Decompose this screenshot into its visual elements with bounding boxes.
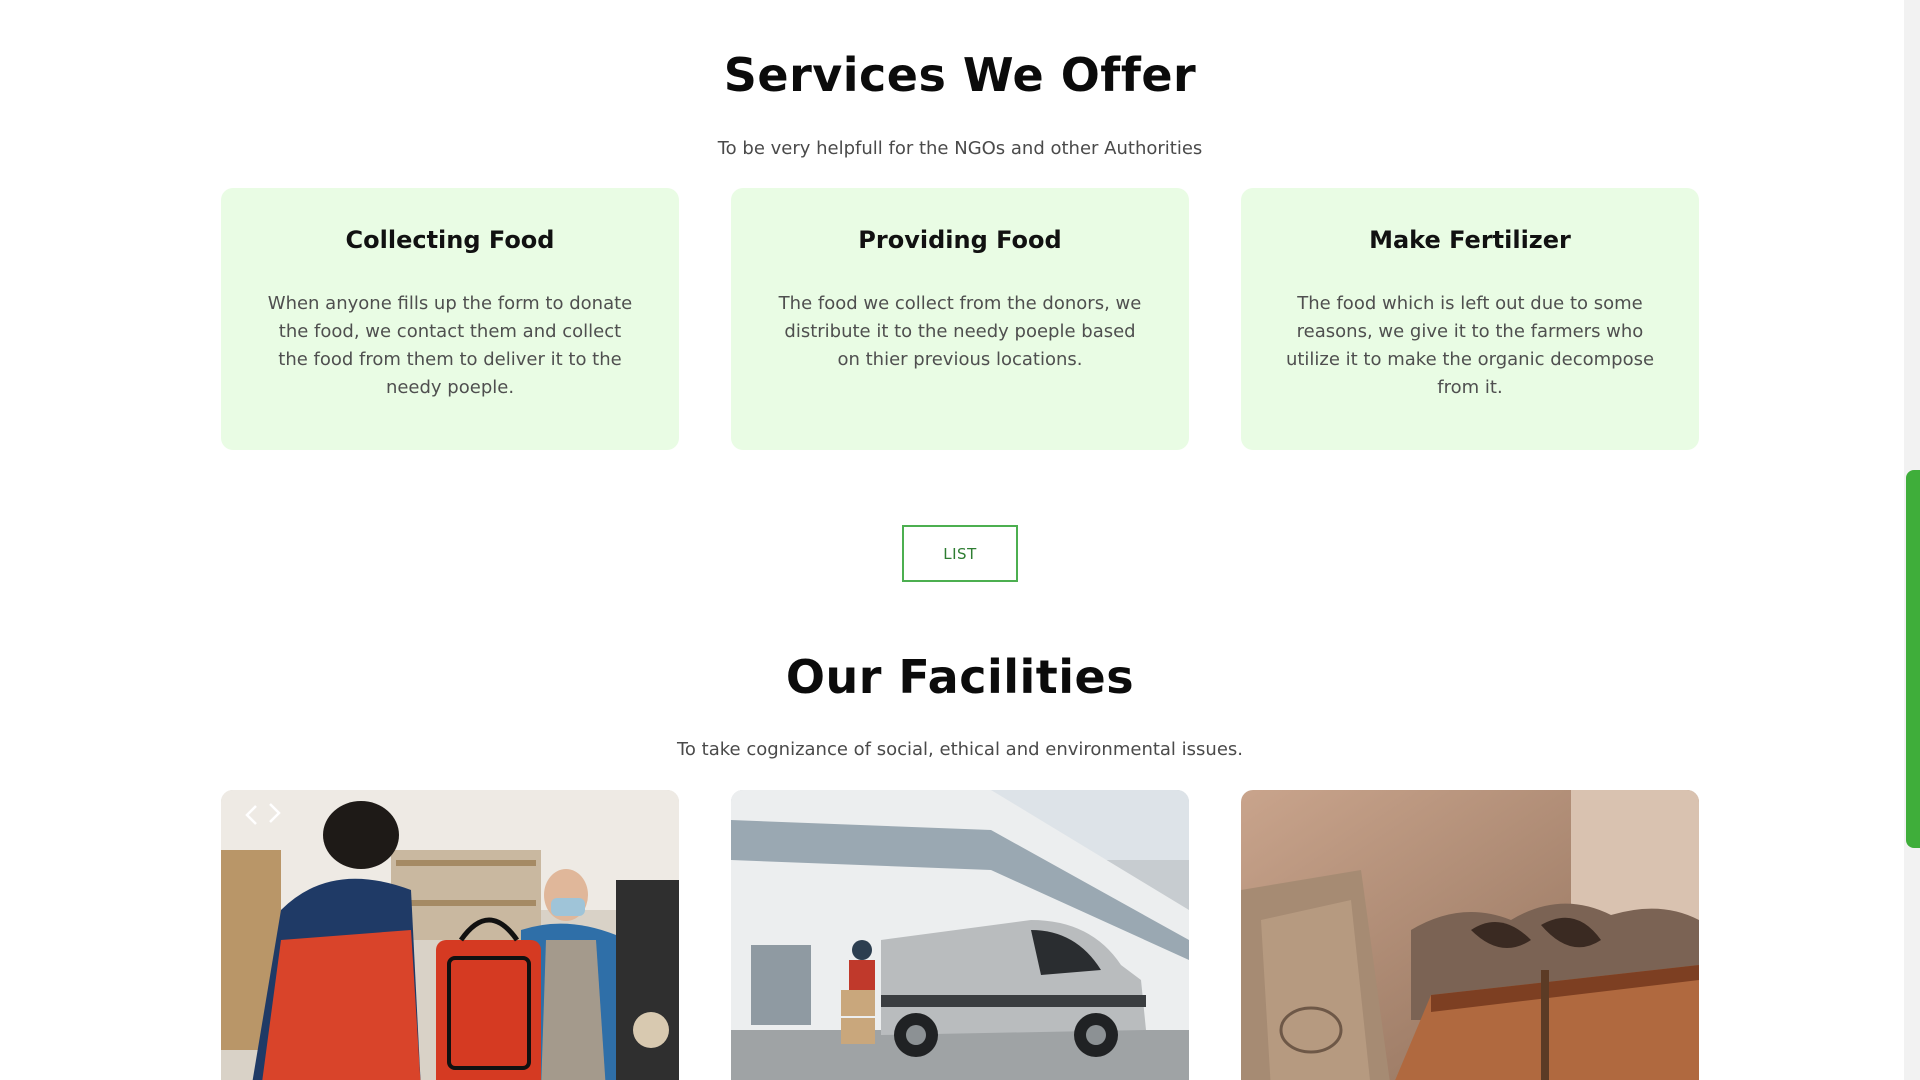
service-card-text: The food we collect from the donors, we …: [778, 293, 1142, 370]
services-subtitle: To be very helpfull for the NGOs and oth…: [717, 138, 1203, 159]
service-card-title: Make Fertilizer: [1369, 226, 1571, 254]
food-delivery-handoff-photo: [221, 790, 679, 1080]
facility-image-delivery-van: [731, 790, 1189, 1080]
facility-image-food-delivery: [221, 790, 679, 1080]
scrollbar-thumb[interactable]: [1906, 470, 1920, 848]
compost-crate-photo: [1241, 790, 1699, 1080]
service-card-collecting-food: Collecting Food When anyone fills up the…: [221, 188, 679, 450]
service-card-providing-food: Providing Food The food we collect from …: [731, 188, 1189, 450]
delivery-van-photo: [731, 790, 1189, 1080]
service-card-make-fertilizer: Make Fertilizer The food which is left o…: [1241, 188, 1699, 450]
service-card-title: Collecting Food: [345, 226, 555, 254]
services-title: Services We Offer: [723, 48, 1197, 102]
service-card-text: The food which is left out due to some r…: [1285, 293, 1655, 398]
list-button[interactable]: LIST: [902, 525, 1018, 582]
service-card-text: When anyone fills up the form to donate …: [267, 293, 633, 398]
facilities-subtitle: To take cognizance of social, ethical an…: [677, 739, 1243, 760]
facility-image-compost-crate: [1241, 790, 1699, 1080]
chevron-right-icon[interactable]: [261, 800, 287, 826]
service-card-title: Providing Food: [858, 226, 1062, 254]
facilities-title: Our Facilities: [785, 650, 1135, 704]
page: Services We Offer To be very helpfull fo…: [0, 0, 1920, 1080]
